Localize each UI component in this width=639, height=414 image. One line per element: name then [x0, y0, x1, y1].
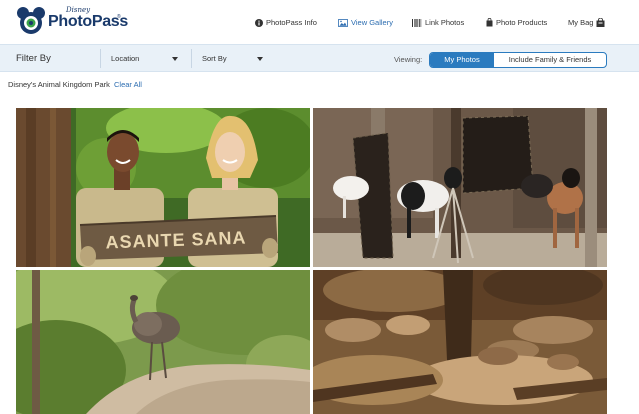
photo-cast-members-image: ASANTE SANA — [16, 108, 310, 267]
site-header: Disney PhotoPass ® PhotoPass Info View G… — [0, 0, 639, 44]
shopping-bag-icon — [486, 18, 493, 27]
bag-icon — [596, 18, 605, 27]
mickey-ears-icon — [17, 7, 45, 34]
gallery-icon — [338, 18, 348, 27]
trademark-symbol: ® — [117, 14, 121, 20]
family-friends-toggle[interactable]: Include Family & Friends — [494, 53, 606, 67]
clear-all-link[interactable]: Clear All — [114, 80, 142, 89]
photopass-wordmark: PhotoPass — [48, 13, 128, 30]
location-dropdown[interactable]: Location — [100, 49, 188, 68]
nav-photopass-info[interactable]: PhotoPass Info — [255, 18, 317, 27]
chevron-down-icon — [257, 57, 263, 61]
barcode-icon — [412, 18, 422, 27]
photo-tile-emu[interactable] — [16, 270, 310, 414]
photopass-logo[interactable]: Disney PhotoPass ® — [16, 4, 128, 38]
viewing-label: Viewing: — [394, 55, 423, 64]
nav-photo-products[interactable]: Photo Products — [486, 18, 547, 27]
photo-tile-cast-members[interactable]: ASANTE SANA — [16, 108, 310, 267]
nav-link-photos-label: Link Photos — [425, 18, 465, 27]
nav-my-bag[interactable]: My Bag — [568, 18, 605, 27]
location-dropdown-label: Location — [111, 54, 140, 63]
sort-by-dropdown-label: Sort By — [202, 54, 227, 63]
filter-by-heading: Filter By — [16, 53, 51, 64]
nav-photopass-info-label: PhotoPass Info — [266, 18, 317, 27]
active-filter-breadcrumb: Disney's Animal Kingdom Park Clear All — [8, 80, 142, 89]
chevron-down-icon — [172, 57, 178, 61]
nav-view-gallery-label: View Gallery — [351, 18, 393, 27]
nav-view-gallery[interactable]: View Gallery — [338, 18, 393, 27]
photo-tile-resting-animals[interactable] — [313, 270, 607, 414]
nav-my-bag-label: My Bag — [568, 18, 594, 27]
info-icon — [255, 18, 263, 27]
active-filter-park: Disney's Animal Kingdom Park — [8, 80, 110, 89]
filter-bar: Filter By Location Sort By Viewing: My P… — [0, 44, 639, 72]
photo-tile-goats[interactable] — [313, 108, 607, 267]
photo-emu-image — [16, 270, 310, 414]
photo-resting-animals-image — [313, 270, 607, 414]
viewing-toggle: My Photos Include Family & Friends — [429, 52, 607, 68]
sort-by-dropdown[interactable]: Sort By — [191, 49, 273, 68]
nav-photo-products-label: Photo Products — [496, 18, 548, 27]
my-photos-toggle[interactable]: My Photos — [430, 53, 494, 67]
photo-goats-image — [313, 108, 607, 267]
nav-link-photos[interactable]: Link Photos — [412, 18, 464, 27]
